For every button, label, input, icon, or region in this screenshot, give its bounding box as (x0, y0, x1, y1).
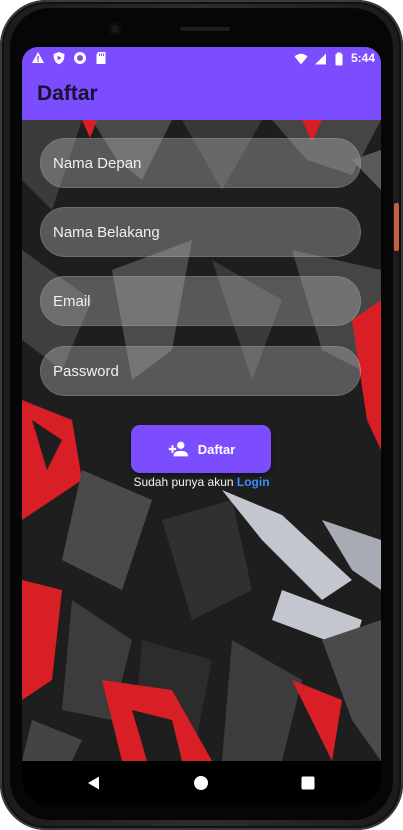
recents-square-icon[interactable] (300, 775, 316, 791)
password-input[interactable] (41, 347, 360, 395)
login-prompt: Sudah punya akun Login (22, 475, 381, 489)
clock: 5:44 (350, 51, 375, 65)
last-name-input[interactable] (41, 208, 360, 256)
register-button-label: Daftar (197, 441, 236, 457)
battery-icon (335, 52, 343, 65)
screen: 5:44 Daftar Nama Depan Nama Belakang Ema… (22, 47, 381, 805)
register-button[interactable]: Daftar (131, 425, 271, 473)
earpiece-speaker (180, 27, 230, 31)
password-field[interactable] (40, 346, 361, 396)
back-triangle-icon[interactable] (86, 775, 102, 791)
alert-icon (32, 52, 44, 63)
first-name-input[interactable] (41, 139, 360, 187)
page-title: Daftar (37, 82, 98, 105)
circle-dot-icon (74, 52, 86, 64)
status-bar: 5:44 (22, 47, 381, 71)
play-shield-icon (53, 52, 65, 65)
email-field[interactable] (40, 276, 361, 326)
person-add-icon (168, 441, 188, 457)
home-circle-icon[interactable] (193, 775, 209, 791)
front-camera (108, 22, 122, 36)
app-bar: Daftar (22, 71, 381, 120)
login-prompt-text: Sudah punya akun (133, 475, 234, 489)
last-name-field[interactable] (40, 207, 361, 257)
email-input[interactable] (41, 277, 360, 325)
first-name-field[interactable] (40, 138, 361, 188)
wifi-icon (294, 53, 308, 64)
sd-card-icon (96, 52, 106, 64)
signal-icon (314, 53, 326, 64)
register-form-area: Daftar Sudah punya akun Login (22, 120, 381, 761)
login-link[interactable]: Login (237, 475, 270, 489)
system-nav-bar (22, 761, 381, 805)
power-button (394, 203, 399, 251)
phone-frame: 5:44 Daftar Nama Depan Nama Belakang Ema… (0, 0, 403, 830)
